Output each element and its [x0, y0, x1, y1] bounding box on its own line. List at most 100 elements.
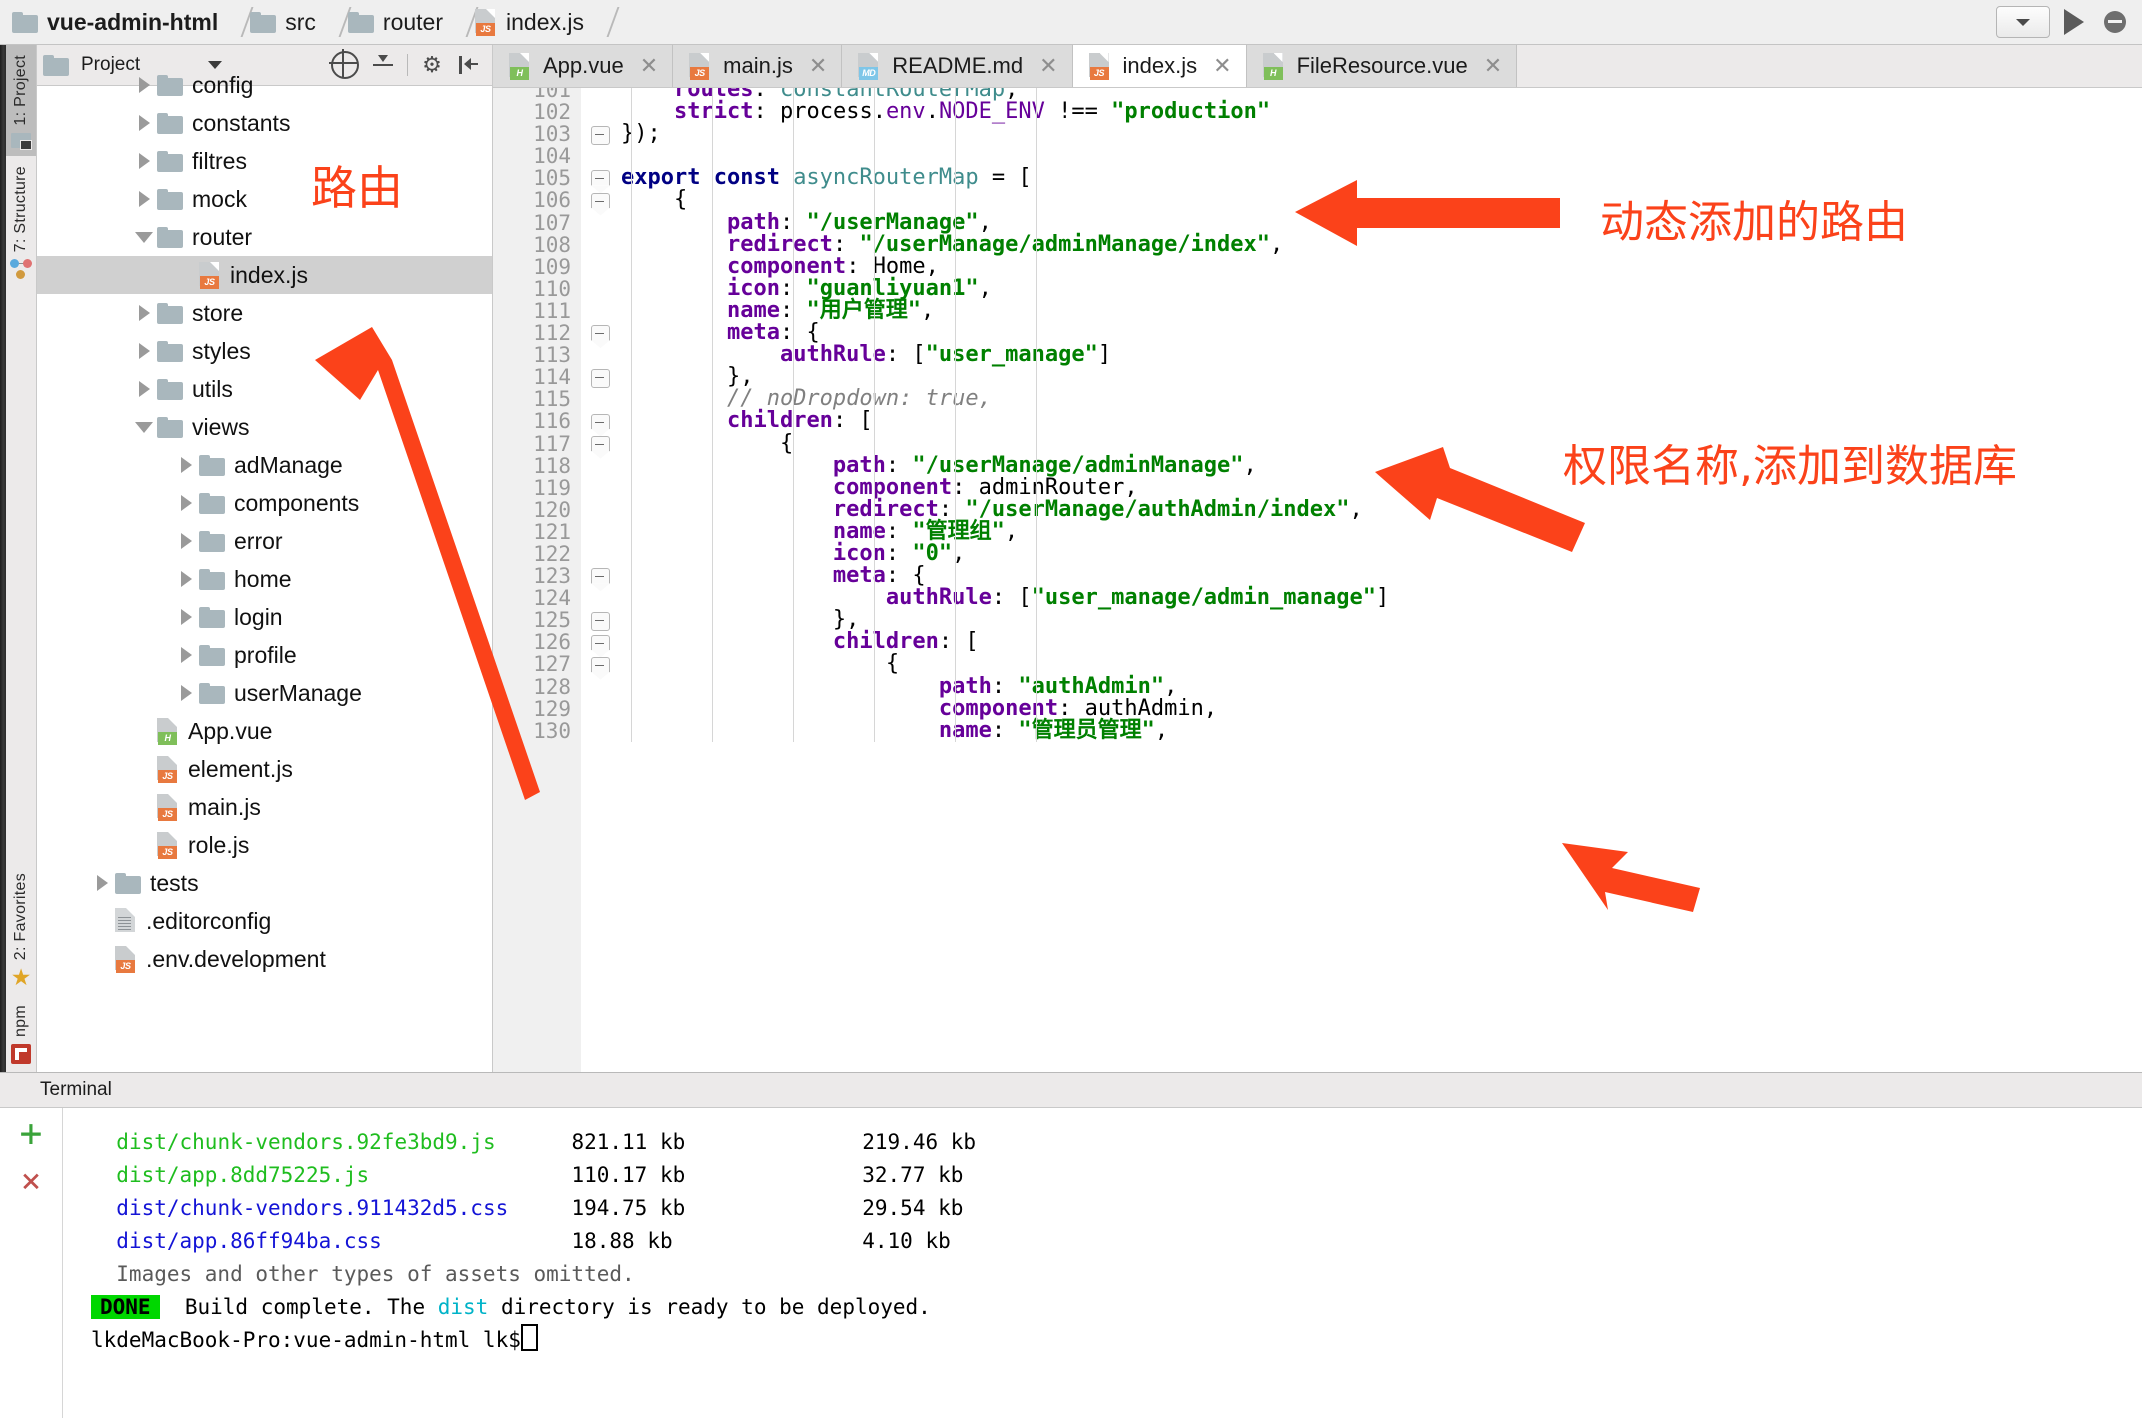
folder-icon — [157, 151, 183, 172]
line-number: 108 — [493, 234, 571, 256]
tree-item-store[interactable]: store — [37, 294, 492, 332]
tree-item-tests[interactable]: tests — [37, 864, 492, 902]
tree-item-styles[interactable]: styles — [37, 332, 492, 370]
close-icon[interactable]: ✕ — [1484, 53, 1502, 79]
new-session-icon[interactable]: + — [20, 1118, 43, 1148]
breadcrumb-item-file[interactable]: JS index.js — [475, 0, 584, 44]
terminal-line: dist/chunk-vendors.911432d5.css 194.75 k… — [91, 1192, 2142, 1225]
chevron-down-icon[interactable] — [131, 422, 157, 433]
rail-button-npm[interactable]: npm — [0, 995, 36, 1072]
tab-label: index.js — [1123, 53, 1198, 79]
folder-icon — [115, 873, 141, 894]
chevron-right-icon[interactable] — [173, 457, 199, 473]
editor-tab-app-vue[interactable]: HApp.vue✕ — [493, 45, 673, 87]
chevron-right-icon[interactable] — [89, 875, 115, 891]
line-number: 118 — [493, 455, 571, 477]
tree-item--env-development[interactable]: JS.env.development — [37, 940, 492, 978]
chevron-right-icon[interactable] — [131, 343, 157, 359]
fold-end-handle[interactable] — [591, 126, 610, 145]
folder-icon — [199, 645, 225, 666]
tree-item-error[interactable]: error — [37, 522, 492, 560]
tree-item-filtres[interactable]: filtres — [37, 142, 492, 180]
chevron-right-icon[interactable] — [173, 495, 199, 511]
line-number: 106 — [493, 189, 571, 211]
close-icon[interactable]: ✕ — [640, 53, 658, 79]
chevron-right-icon[interactable] — [131, 381, 157, 397]
fold-collapse-handle[interactable] — [591, 193, 610, 208]
fold-collapse-handle[interactable] — [591, 568, 610, 583]
debug-icon[interactable] — [2104, 11, 2126, 33]
breadcrumb-item-src[interactable]: src — [250, 0, 316, 44]
tree-item-main-js[interactable]: JSmain.js — [37, 788, 492, 826]
close-icon[interactable]: ✕ — [1039, 53, 1057, 79]
fold-collapse-handle[interactable] — [591, 657, 610, 672]
tree-item-app-vue[interactable]: HApp.vue — [37, 712, 492, 750]
chevron-right-icon[interactable] — [131, 115, 157, 131]
tree-item-element-js[interactable]: JSelement.js — [37, 750, 492, 788]
rail-button-structure[interactable]: 7: Structure — [0, 156, 36, 287]
folder-icon — [199, 531, 225, 552]
tree-item-config[interactable]: config — [37, 66, 492, 104]
chevron-right-icon[interactable] — [173, 647, 199, 663]
fold-collapse-handle[interactable] — [591, 170, 610, 185]
terminal-line: dist/chunk-vendors.92fe3bd9.js 821.11 kb… — [91, 1126, 2142, 1159]
indent-guide — [793, 88, 794, 742]
js-file-icon: JS — [115, 946, 137, 972]
close-session-icon[interactable]: × — [21, 1166, 41, 1196]
terminal-line: DONE Build complete. The dist directory … — [91, 1291, 2142, 1324]
chevron-right-icon[interactable] — [131, 305, 157, 321]
fold-collapse-handle[interactable] — [591, 635, 610, 650]
fold-end-handle[interactable] — [591, 369, 610, 388]
chevron-right-icon[interactable] — [173, 533, 199, 549]
tree-item-label: views — [192, 414, 250, 441]
run-icon[interactable] — [2064, 9, 2084, 35]
project-tree[interactable]: configconstantsfiltresmock router JSindex.… — [37, 66, 492, 1072]
run-config-dropdown[interactable] — [1996, 6, 2050, 38]
code-text-area[interactable]: routes: constantRouterMap, strict: proce… — [621, 88, 2142, 1072]
terminal-caret — [521, 1324, 538, 1351]
line-number: 121 — [493, 521, 571, 543]
fold-collapse-handle[interactable] — [591, 414, 610, 429]
editor-tab-bar[interactable]: HApp.vue✕JSmain.js✕MDREADME.md✕JSindex.j… — [493, 45, 2142, 88]
tree-item-index-js[interactable]: JSindex.js — [37, 256, 492, 294]
chevron-right-icon[interactable] — [173, 571, 199, 587]
tree-item-router[interactable]: router — [37, 218, 492, 256]
chevron-right-icon[interactable] — [131, 191, 157, 207]
tree-item-components[interactable]: components — [37, 484, 492, 522]
fold-end-handle[interactable] — [591, 612, 610, 631]
rail-button-favorites[interactable]: 2: Favorites ★ — [0, 863, 36, 995]
tree-item-label: router — [192, 224, 252, 251]
fold-collapse-handle[interactable] — [591, 436, 610, 451]
tree-item-label: home — [234, 566, 292, 593]
rail-button-project[interactable]: 1: Project — [0, 45, 36, 156]
chevron-down-icon[interactable] — [131, 232, 157, 243]
close-icon[interactable]: ✕ — [809, 53, 827, 79]
chevron-right-icon[interactable] — [131, 77, 157, 93]
breadcrumb-item-router[interactable]: router — [348, 0, 443, 44]
close-icon[interactable]: ✕ — [1213, 53, 1231, 79]
tree-item-login[interactable]: login — [37, 598, 492, 636]
editor-tab-fileresource-vue[interactable]: HFileResource.vue✕ — [1247, 45, 1518, 87]
editor-tab-readme-md[interactable]: MDREADME.md✕ — [842, 45, 1072, 87]
fold-collapse-handle[interactable] — [591, 325, 610, 340]
line-number: 120 — [493, 499, 571, 521]
terminal-output[interactable]: dist/chunk-vendors.92fe3bd9.js 821.11 kb… — [63, 1108, 2142, 1418]
tree-item-views[interactable]: views — [37, 408, 492, 446]
tree-item--editorconfig[interactable]: .editorconfig — [37, 902, 492, 940]
chevron-right-icon[interactable] — [173, 685, 199, 701]
editor-tab-index-js[interactable]: JSindex.js✕ — [1073, 45, 1247, 87]
tree-item-role-js[interactable]: JSrole.js — [37, 826, 492, 864]
tree-item-home[interactable]: home — [37, 560, 492, 598]
indent-guide — [874, 88, 875, 742]
chevron-right-icon[interactable] — [131, 153, 157, 169]
tree-item-profile[interactable]: profile — [37, 636, 492, 674]
chevron-right-icon[interactable] — [173, 609, 199, 625]
code-folding-gutter[interactable] — [581, 88, 621, 1072]
tree-item-admanage[interactable]: adManage — [37, 446, 492, 484]
tree-item-mock[interactable]: mock — [37, 180, 492, 218]
tree-item-utils[interactable]: utils — [37, 370, 492, 408]
tree-item-usermanage[interactable]: userManage — [37, 674, 492, 712]
breadcrumb-item-project[interactable]: vue-admin-html — [12, 0, 218, 44]
tree-item-constants[interactable]: constants — [37, 104, 492, 142]
editor-tab-main-js[interactable]: JSmain.js✕ — [673, 45, 842, 87]
